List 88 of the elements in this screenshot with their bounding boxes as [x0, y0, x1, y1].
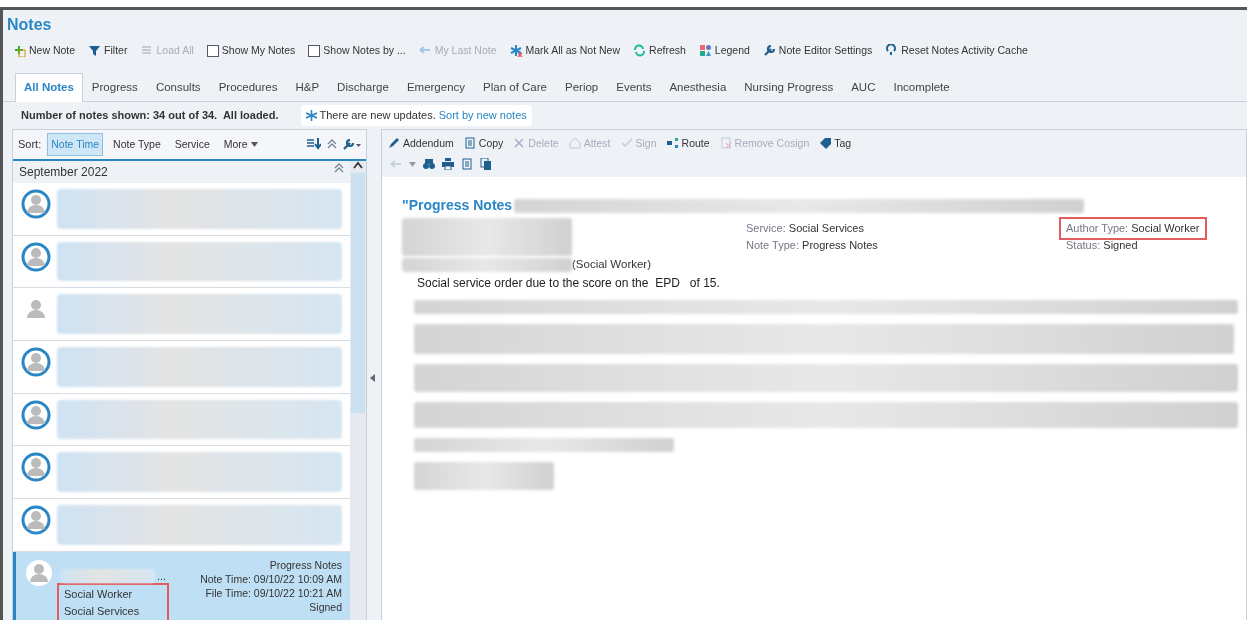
- sort-icon: [307, 138, 321, 151]
- notes-count-text: Number of notes shown: 34 out of 34. All loaded.: [21, 108, 279, 123]
- author-type: Social Worker: [64, 587, 134, 602]
- toolbar-button[interactable]: Legend: [698, 43, 750, 59]
- close-icon: [513, 137, 526, 150]
- scroll-thumb[interactable]: [351, 173, 365, 414]
- avatar-icon: [21, 504, 51, 535]
- name-ellipsis: ...: [157, 568, 167, 584]
- sort-label: Sort:: [18, 137, 42, 153]
- toolbar-button[interactable]: Note Editor Settings: [762, 43, 873, 59]
- wrench-icon: [762, 44, 776, 58]
- toolbar-button[interactable]: Copy: [463, 135, 504, 152]
- caret-icon: [409, 161, 416, 167]
- avatar-icon: [21, 399, 51, 430]
- avatar-icon: [21, 189, 51, 220]
- meta-field: Status: Signed: [1062, 236, 1142, 254]
- meta-field: Note Type: Progress Notes: [742, 236, 882, 254]
- toolbar-button[interactable]: Reset Notes Activity Cache: [885, 43, 1028, 59]
- collapse-icon: [334, 163, 344, 174]
- toolbar-button[interactable]: Filter: [88, 43, 128, 59]
- tab[interactable]: Plan of Care: [474, 72, 556, 101]
- document-icon: [719, 137, 732, 150]
- toolbar-button[interactable]: Tag: [819, 135, 852, 152]
- caret-icon: [250, 142, 258, 148]
- author-role: (Social Worker): [572, 257, 652, 273]
- tab[interactable]: H&P: [286, 72, 329, 101]
- shapes-icon: [698, 44, 712, 58]
- toolbar-button[interactable]: New Note: [13, 43, 76, 59]
- tab[interactable]: Events: [607, 72, 661, 101]
- tag-icon: [819, 137, 832, 150]
- window-title: Notes: [6, 15, 53, 35]
- update-text: There are new updates.: [319, 108, 436, 123]
- avatar-icon: [21, 347, 51, 378]
- document-icon: [463, 137, 476, 150]
- pencil-icon: [388, 137, 400, 150]
- note-type: Progress Notes: [269, 557, 342, 572]
- caret-icon: [353, 161, 363, 170]
- tab[interactable]: Procedures: [209, 72, 287, 101]
- plus-icon: [13, 44, 26, 58]
- back-arrow-icon: [390, 159, 402, 170]
- reset-icon: [885, 44, 899, 58]
- meta-field: Author Type: Social Worker: [1062, 220, 1204, 237]
- asterisk-icon: [509, 44, 523, 58]
- tab[interactable]: AUC: [842, 72, 885, 101]
- file-time: File Time: 09/10/22 10:21 AM: [205, 585, 342, 601]
- meta-field: Service: Social Services: [742, 220, 868, 237]
- group-header: September 2022: [19, 164, 108, 182]
- tab[interactable]: Nursing Progress: [735, 72, 843, 101]
- note-item[interactable]: ... Social Worker Social Services Progress Notes Note Time: 09/10/22 10:09 AM File Time: 09/10/22 10:21 AM Signed: [13, 551, 350, 620]
- documents-icon: [480, 158, 492, 171]
- sort-link[interactable]: Sort by new notes: [438, 107, 527, 124]
- avatar-icon: [21, 452, 51, 483]
- refresh-icon: [633, 44, 647, 58]
- check-icon: [620, 137, 633, 150]
- avatar-icon: [21, 241, 51, 272]
- funnel-icon: [88, 44, 102, 58]
- sort-option[interactable]: Service: [170, 132, 214, 157]
- document-icon: [461, 158, 473, 171]
- tab[interactable]: All Notes: [15, 72, 83, 102]
- tab[interactable]: Periop: [556, 72, 608, 101]
- tab[interactable]: Incomplete: [884, 72, 959, 101]
- wrench-icon: [343, 138, 361, 151]
- caret-icon: [370, 373, 375, 382]
- note-time: Note Time: 09/10/22 10:09 AM: [200, 571, 342, 586]
- note-title: "Progress Notes: [402, 196, 513, 216]
- sort-option[interactable]: Note Type: [109, 132, 165, 157]
- printer-icon: [442, 158, 454, 171]
- nodes-icon: [666, 137, 679, 150]
- service: Social Services: [64, 603, 141, 619]
- toolbar-button[interactable]: Mark All as Not New: [509, 43, 621, 59]
- checkbox[interactable]: Show Notes by ...: [308, 43, 406, 59]
- tab[interactable]: Emergency: [397, 72, 475, 101]
- note-status: Signed: [309, 600, 342, 615]
- avatar-icon: [24, 557, 54, 588]
- checkbox[interactable]: Show My Notes: [206, 43, 296, 59]
- toolbar-button[interactable]: Route: [666, 135, 710, 152]
- tab[interactable]: Discharge: [328, 72, 398, 101]
- note-body-text: Social service order due to the score on the EPD of 15.: [417, 274, 721, 292]
- collapse-icon: [327, 139, 337, 150]
- toolbar-button[interactable]: Refresh: [633, 43, 686, 59]
- asterisk-icon: [305, 109, 317, 121]
- house-icon: [568, 137, 581, 150]
- toolbar-button[interactable]: Addendum: [388, 135, 454, 152]
- more-dropdown[interactable]: More: [219, 132, 262, 157]
- tab[interactable]: Progress: [82, 72, 147, 101]
- binoculars-icon: [423, 158, 435, 171]
- tab[interactable]: Anesthesia: [660, 72, 736, 101]
- tab[interactable]: Consults: [146, 72, 210, 101]
